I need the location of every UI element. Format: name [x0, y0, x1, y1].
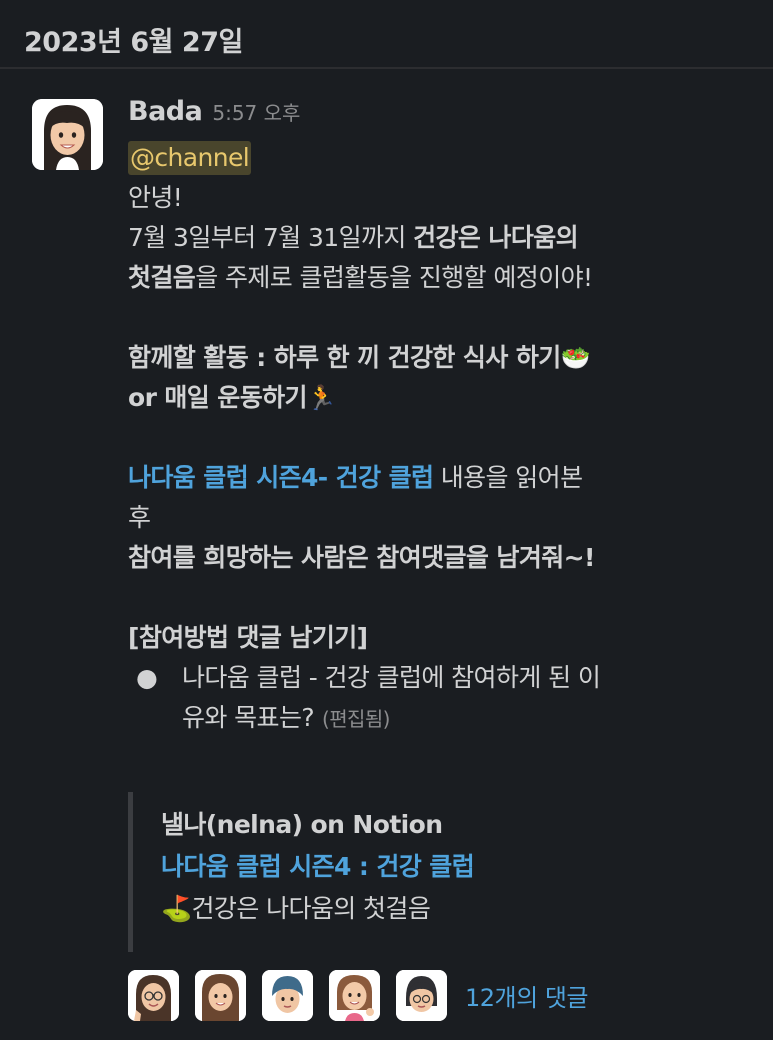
date-divider: [0, 67, 773, 69]
club-link[interactable]: 나다움 클럽 시즌4- 건강 클럽: [128, 463, 434, 492]
activity-line-2: or 매일 운동하기🏃: [128, 378, 758, 418]
bullet-text: 나다움 클럽 - 건강 클럽에 참여하게 된 이 유와 목표는? (편집됨): [182, 658, 601, 739]
date-header[interactable]: 2023년 6월 27일: [24, 20, 243, 59]
bullet-text-line-1: 나다움 클럽 - 건강 클럽에 참여하게 된 이: [182, 663, 601, 692]
reply-avatar-2[interactable]: [195, 969, 246, 1021]
author-name[interactable]: Bada: [128, 96, 203, 127]
date-range-text: 7월 3일부터 7월 31일까지: [128, 223, 414, 252]
method-title: [참여방법 댓글 남기기]: [128, 623, 368, 652]
club-link-rest: 내용을 읽어본: [433, 463, 583, 492]
activity-line-1: 함께할 활동 : 하루 한 끼 건강한 식사 하기🥗: [128, 338, 758, 378]
activity-text-2: or 매일 운동하기: [128, 383, 308, 412]
preview-description: ⛳건강은 나다움의 첫걸음: [161, 888, 728, 930]
reply-avatar-4[interactable]: [329, 969, 380, 1021]
reply-count-link[interactable]: 12개의 댓글: [465, 978, 589, 1013]
channel-mention[interactable]: @channel: [128, 141, 252, 175]
theme-bold-part1: 건강은 나다움의: [413, 223, 579, 252]
join-line: 참여를 희망하는 사람은 참여댓글을 남겨줘~!: [128, 543, 595, 572]
bullet-dot: ●: [136, 663, 158, 692]
message-body: @channel 안녕! 7월 3일부터 7월 31일까지 건강은 나다움의 첫…: [128, 138, 758, 658]
thread-replies[interactable]: 12개의 댓글: [128, 969, 589, 1021]
activity-text-1: 함께할 활동 : 하루 한 끼 건강한 식사 하기: [128, 343, 561, 372]
bullet-item: ● 나다움 클럽 - 건강 클럽에 참여하게 된 이 유와 목표는? (편집됨): [128, 658, 758, 739]
memoji-avatar-icon: [32, 99, 103, 170]
golf-flag-icon: ⛳: [161, 894, 192, 923]
theme-bold-part2: 첫걸음: [128, 263, 196, 292]
greeting-line: 안녕!: [128, 183, 183, 212]
reply-avatar-3[interactable]: [262, 969, 313, 1021]
runner-icon: 🏃: [306, 384, 337, 412]
memoji-avatar-icon: [329, 969, 380, 1021]
memoji-avatar-icon: [262, 969, 313, 1021]
club-link-line: 나다움 클럽 시즌4- 건강 클럽 내용을 읽어본: [128, 458, 758, 498]
salad-icon: 🥗: [560, 344, 591, 372]
memoji-avatar-icon: [128, 969, 179, 1021]
reply-avatar-5[interactable]: [396, 969, 447, 1021]
memoji-avatar-icon: [396, 969, 447, 1021]
club-link-wrap: 후: [128, 503, 151, 532]
memoji-avatar-icon: [195, 969, 246, 1021]
date-range-line: 7월 3일부터 7월 31일까지 건강은 나다움의: [128, 218, 758, 258]
link-preview[interactable]: 낼나(nelna) on Notion 나다움 클럽 시즌4 : 건강 클럽 ⛳…: [128, 792, 728, 952]
theme-line: 첫걸음을 주제로 클럽활동을 진행할 예정이야!: [128, 258, 758, 298]
preview-title[interactable]: 나다움 클럽 시즌4 : 건강 클럽: [161, 846, 728, 888]
message-header: Bada 5:57 오후: [128, 96, 758, 138]
theme-rest: 을 주제로 클럽활동을 진행할 예정이야!: [195, 263, 593, 292]
preview-source: 낼나(nelna) on Notion: [161, 810, 443, 839]
preview-description-text: 건강은 나다움의 첫걸음: [191, 894, 431, 923]
edited-label: (편집됨): [322, 707, 390, 731]
message: Bada 5:57 오후 @channel 안녕! 7월 3일부터 7월 31일…: [128, 96, 758, 739]
message-time[interactable]: 5:57 오후: [212, 97, 300, 126]
author-avatar[interactable]: [32, 99, 103, 170]
bullet-text-line-2: 유와 목표는?: [182, 703, 315, 732]
reply-avatar-1[interactable]: [128, 969, 179, 1021]
